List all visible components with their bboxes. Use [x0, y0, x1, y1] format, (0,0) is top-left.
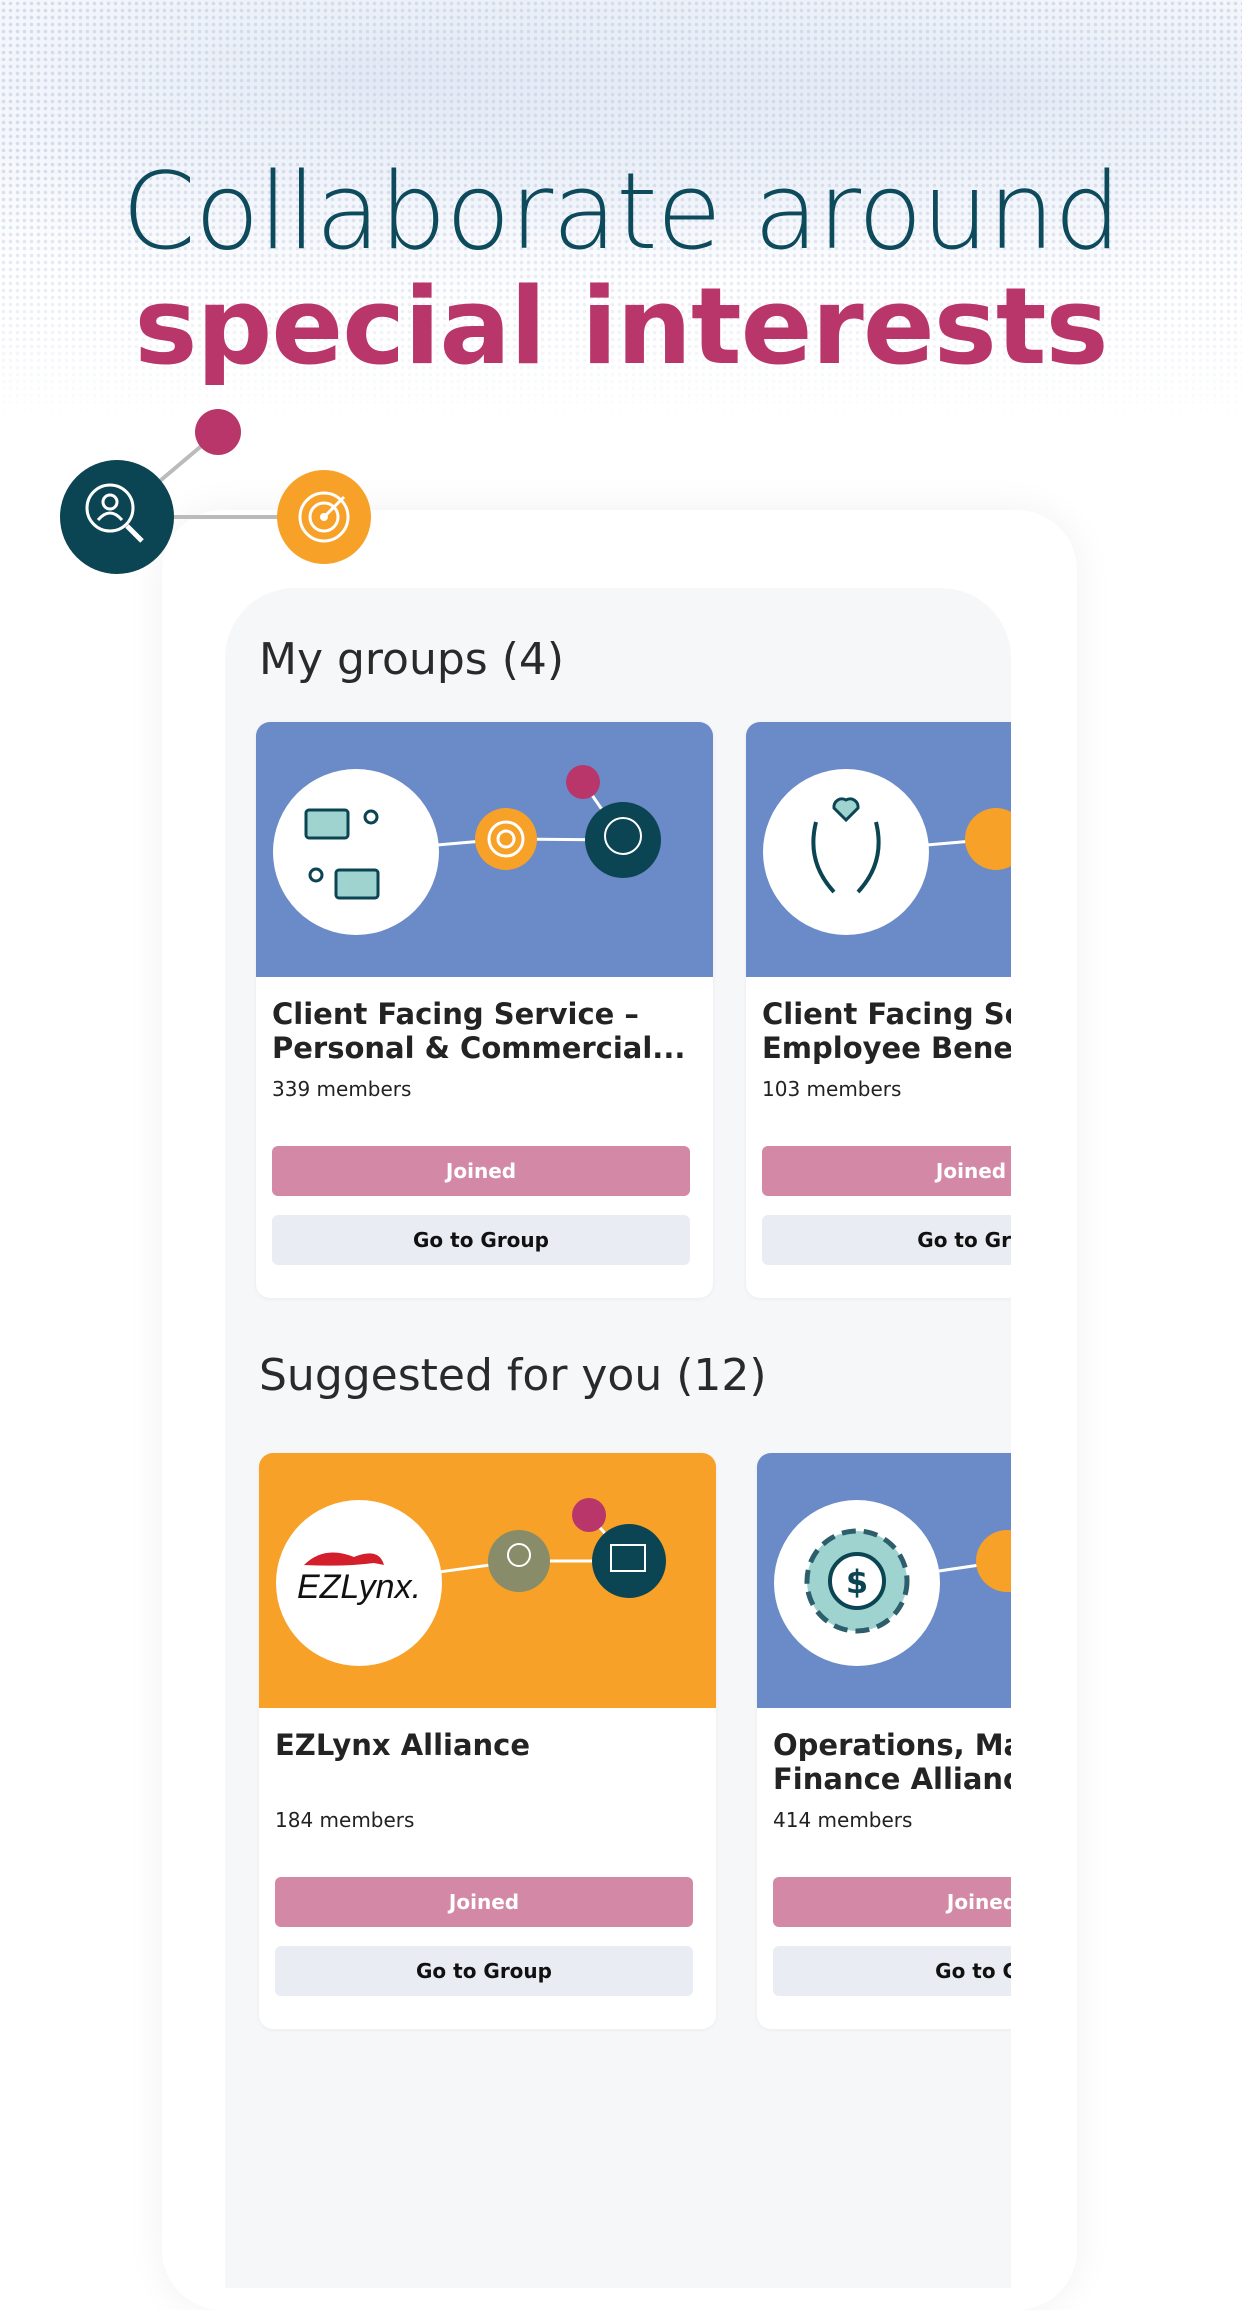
- app-screen: My groups (4) Client Facing Service – Per…: [225, 588, 1011, 2288]
- go-to-group-button[interactable]: Go to Group: [275, 1946, 693, 1996]
- group-title: Client Facing Ser Employee Benefi: [762, 997, 1011, 1065]
- group-card[interactable]: Client Facing Ser Employee Benefi 103 mem…: [746, 722, 1011, 1298]
- group-banner: [256, 722, 713, 977]
- network-decoration: [60, 409, 371, 574]
- member-count: 103 members: [762, 1077, 902, 1101]
- pink-dot-icon: [195, 409, 241, 455]
- svg-text:$: $: [846, 1563, 868, 1601]
- joined-button[interactable]: Joined: [773, 1877, 1011, 1927]
- group-title: EZLynx Alliance: [275, 1728, 531, 1762]
- member-count: 184 members: [275, 1808, 415, 1832]
- search-person-icon: [60, 460, 174, 574]
- member-count: 339 members: [272, 1077, 412, 1101]
- ezlynx-logo: EZLynx.: [297, 1568, 421, 1606]
- group-card[interactable]: EZLynx. EZLynx Alliance 184 members Join…: [259, 1453, 716, 2029]
- group-banner: $: [757, 1453, 1011, 1708]
- group-card[interactable]: $ Operations, ManFinance Alliance 414 me…: [757, 1453, 1011, 2029]
- group-card[interactable]: Client Facing Service – Personal & Commer…: [256, 722, 713, 1298]
- suggested-heading: Suggested for you (12): [259, 1350, 767, 1401]
- target-icon: [277, 470, 371, 564]
- group-banner: [746, 722, 1011, 977]
- group-title: Client Facing Service – Personal & Commer…: [272, 997, 686, 1065]
- go-to-group-button[interactable]: Go to Gr: [773, 1946, 1011, 1996]
- my-groups-heading: My groups (4): [259, 634, 565, 685]
- member-count: 414 members: [773, 1808, 913, 1832]
- joined-button[interactable]: Joined: [275, 1877, 693, 1927]
- joined-button[interactable]: Joined: [762, 1146, 1011, 1196]
- lightbulb-icon: [488, 1530, 550, 1592]
- computer-click-icon: [592, 1524, 666, 1598]
- group-banner: EZLynx.: [259, 1453, 716, 1708]
- joined-button[interactable]: Joined: [272, 1146, 690, 1196]
- group-title: Operations, ManFinance Alliance: [773, 1728, 1011, 1796]
- go-to-group-button[interactable]: Go to Gro: [762, 1215, 1011, 1265]
- go-to-group-button[interactable]: Go to Group: [272, 1215, 690, 1265]
- gear-dollar-icon: $: [804, 1528, 910, 1634]
